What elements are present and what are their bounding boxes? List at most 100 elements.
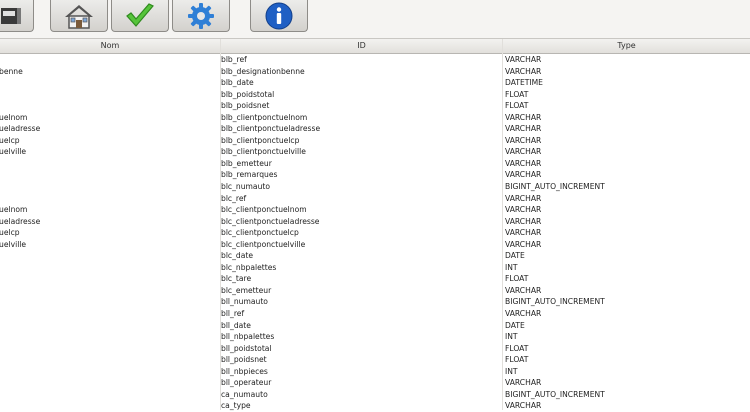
cell-id: blb_emetteur — [221, 158, 272, 168]
table-row[interactable]: bll_poidstotal FLOAT — [0, 343, 750, 355]
cell-type: FLOAT — [505, 101, 529, 111]
cell-type: VARCHAR — [505, 193, 542, 203]
cell-id: bll_operateur — [221, 378, 272, 388]
cell-type: VARCHAR — [505, 170, 542, 180]
validate-button[interactable] — [111, 0, 169, 32]
cell-id: blc_tare — [221, 274, 252, 284]
cell-nom: ueladresse — [0, 124, 41, 134]
table-row[interactable]: bll_poidsnet FLOAT — [0, 354, 750, 366]
settings-button[interactable] — [172, 0, 230, 32]
cell-id: blc_ref — [221, 193, 247, 203]
table-row[interactable]: blc_ref VARCHAR — [0, 193, 750, 205]
cell-type: INT — [505, 332, 518, 342]
table-row[interactable]: blb_remarques VARCHAR — [0, 169, 750, 181]
cell-id: bll_poidsnet — [221, 355, 267, 365]
cell-type: VARCHAR — [505, 158, 542, 168]
table-row[interactable]: uelnom blb_clientponctuelnom VARCHAR — [0, 112, 750, 124]
table-row[interactable]: blb_poidsnet FLOAT — [0, 100, 750, 112]
table-row[interactable]: blc_numauto BIGINT_AUTO_INCREMENT — [0, 181, 750, 193]
table-row[interactable]: ca_numauto BIGINT_AUTO_INCREMENT — [0, 389, 750, 401]
cell-id: blb_ref — [221, 55, 247, 64]
column-header-id[interactable]: ID — [221, 39, 503, 53]
table-row[interactable]: benne blb_designationbenne VARCHAR — [0, 66, 750, 78]
table-row[interactable]: blc_tare FLOAT — [0, 273, 750, 285]
table-row[interactable]: ca_type VARCHAR — [0, 400, 750, 412]
partial-icon — [1, 7, 21, 24]
cell-id: bll_poidstotal — [221, 343, 272, 353]
cell-type: VARCHAR — [505, 285, 542, 295]
cell-id: blb_clientponctuelnom — [221, 112, 308, 122]
table-row[interactable]: bll_ref VARCHAR — [0, 308, 750, 320]
table-row[interactable]: uelville blb_clientponctuelville VARCHAR — [0, 146, 750, 158]
cell-type: BIGINT_AUTO_INCREMENT — [505, 182, 605, 192]
table-row[interactable]: bll_numauto BIGINT_AUTO_INCREMENT — [0, 296, 750, 308]
table-row[interactable]: bll_operateur VARCHAR — [0, 377, 750, 389]
cell-nom: benne — [0, 66, 23, 76]
cell-id: bll_nbpalettes — [221, 332, 275, 342]
cell-type: VARCHAR — [505, 55, 542, 64]
table-row[interactable]: ueladresse blb_clientponctueladresse VARCH… — [0, 123, 750, 135]
table-row[interactable]: blb_date DATETIME — [0, 77, 750, 89]
table-row[interactable]: bll_date DATE — [0, 320, 750, 332]
cell-id: blb_date — [221, 78, 254, 88]
info-icon — [265, 2, 293, 29]
table-row[interactable]: uelville blc_clientponctuelville VARCHAR — [0, 239, 750, 251]
home-button[interactable] — [50, 0, 108, 32]
cell-type: VARCHAR — [505, 309, 542, 319]
toolbar — [0, 0, 750, 39]
table-row[interactable]: blb_emetteur VARCHAR — [0, 158, 750, 170]
table-row[interactable]: uelcp blb_clientponctuelcp VARCHAR — [0, 135, 750, 147]
cell-id: blb_poidstotal — [221, 89, 275, 99]
cell-id: blc_nbpalettes — [221, 262, 277, 272]
cell-id: bll_nbpieces — [221, 366, 268, 376]
cell-nom: uelcp — [0, 135, 20, 145]
cell-type: INT — [505, 262, 518, 272]
cell-type: VARCHAR — [505, 228, 542, 238]
home-icon — [65, 4, 93, 29]
table-row[interactable]: blc_date DATE — [0, 250, 750, 262]
cell-id: blc_date — [221, 251, 254, 261]
table-row[interactable]: bll_nbpieces INT — [0, 366, 750, 378]
cell-type: INT — [505, 366, 518, 376]
cell-type: VARCHAR — [505, 378, 542, 388]
cell-type: VARCHAR — [505, 112, 542, 122]
gear-icon — [188, 2, 214, 29]
cell-id: blb_clientponctuelville — [221, 147, 306, 157]
cell-id: blc_clientponctueladresse — [221, 216, 320, 226]
cell-type: VARCHAR — [505, 239, 542, 249]
cell-id: blc_numauto — [221, 182, 271, 192]
table-row[interactable]: ueladresse blc_clientponctueladresse VARCH… — [0, 216, 750, 228]
cell-type: VARCHAR — [505, 66, 542, 76]
cell-id: ca_type — [221, 401, 251, 411]
cell-type: DATE — [505, 251, 525, 261]
cell-nom: uelcp — [0, 228, 20, 238]
cell-id: blb_designationbenne — [221, 66, 305, 76]
table-row[interactable]: blc_emetteur VARCHAR — [0, 285, 750, 297]
cell-nom: uelnom — [0, 205, 28, 215]
cell-id: ca_numauto — [221, 389, 268, 399]
table-row[interactable]: uelcp blc_clientponctuelcp VARCHAR — [0, 227, 750, 239]
cell-type: VARCHAR — [505, 147, 542, 157]
cell-type: BIGINT_AUTO_INCREMENT — [505, 389, 605, 399]
info-button[interactable] — [250, 0, 308, 32]
cell-id: blc_emetteur — [221, 285, 272, 295]
table-row[interactable]: bll_nbpalettes INT — [0, 331, 750, 343]
cell-type: FLOAT — [505, 355, 529, 365]
cell-id: blc_clientponctuelcp — [221, 228, 299, 238]
cell-nom: uelville — [0, 239, 27, 249]
table-row[interactable]: uelnom blc_clientponctuelnom VARCHAR — [0, 204, 750, 216]
toolbar-button-partial[interactable] — [0, 0, 34, 32]
cell-id: blb_clientponctueladresse — [221, 124, 321, 134]
cell-type: DATE — [505, 320, 525, 330]
cell-type: VARCHAR — [505, 216, 542, 226]
table-row[interactable]: blb_ref VARCHAR — [0, 54, 750, 66]
table-row[interactable]: blc_nbpalettes INT — [0, 262, 750, 274]
cell-id: bll_numauto — [221, 297, 268, 307]
column-header-type[interactable]: Type — [503, 39, 750, 53]
table-row[interactable]: blb_poidstotal FLOAT — [0, 89, 750, 101]
cell-type: BIGINT_AUTO_INCREMENT — [505, 297, 605, 307]
cell-type: FLOAT — [505, 89, 529, 99]
column-header-nom[interactable]: Nom — [0, 39, 221, 53]
cell-id: bll_date — [221, 320, 251, 330]
cell-type: VARCHAR — [505, 205, 542, 215]
